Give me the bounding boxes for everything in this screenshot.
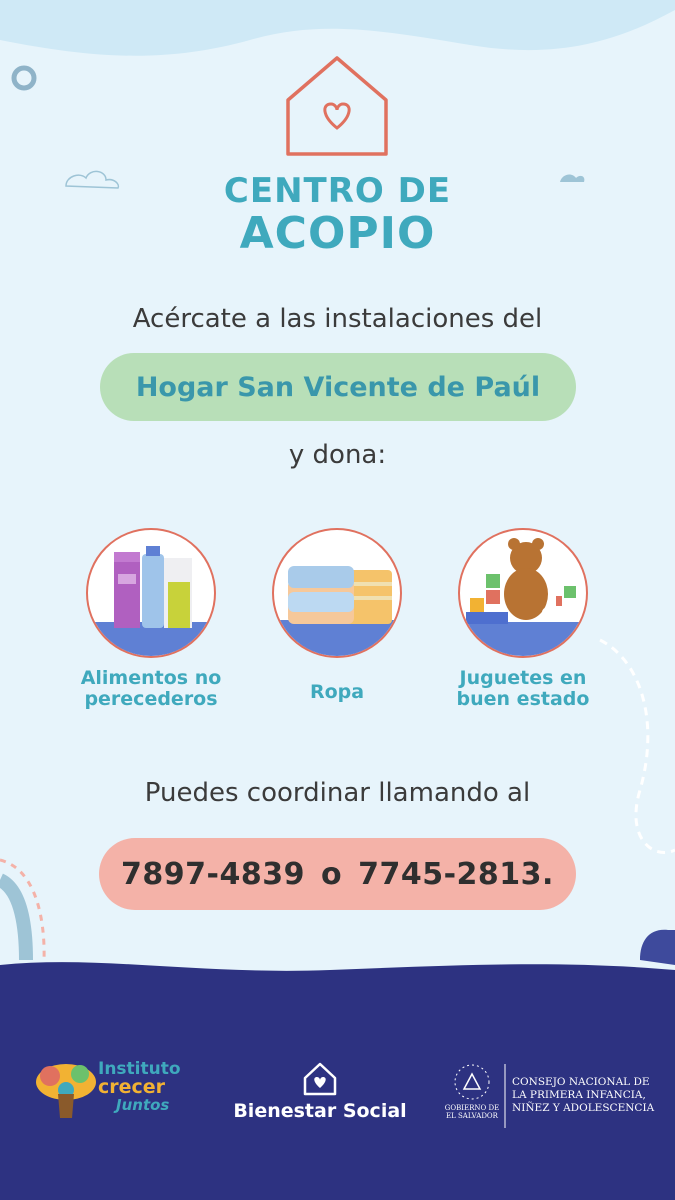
gobierno-el-salvador-logo: GOBIERNO DE EL SALVADOR — [442, 1104, 502, 1120]
government-seal-icon — [454, 1064, 490, 1100]
council-text-line-1: CONSEJO NACIONAL DE — [512, 1076, 650, 1088]
bienestar-house-icon — [303, 1062, 337, 1096]
instituto-crecer-logo: Instituto crecer Juntos — [98, 1060, 181, 1114]
logo-text-line-3: Juntos — [116, 1096, 170, 1114]
gov-text-line-1: GOBIERNO DE — [444, 1104, 500, 1112]
consejo-nacional-logo: CONSEJO NACIONAL DE LA PRIMERA INFANCIA,… — [512, 1076, 654, 1115]
gov-text-line-2: EL SALVADOR — [446, 1112, 498, 1120]
tree-logo-icon — [36, 1064, 96, 1118]
council-text-line-3: NIÑEZ Y ADOLESCENCIA — [512, 1102, 655, 1114]
footer-logos — [36, 1062, 506, 1128]
flyer: CENTRO DE ACOPIO Acércate a las instalac… — [0, 0, 675, 1200]
bienestar-social-logo: Bienestar Social — [233, 1100, 407, 1122]
council-text-line-2: LA PRIMERA INFANCIA, — [512, 1089, 646, 1101]
logo-text-line-2: crecer — [98, 1076, 166, 1098]
